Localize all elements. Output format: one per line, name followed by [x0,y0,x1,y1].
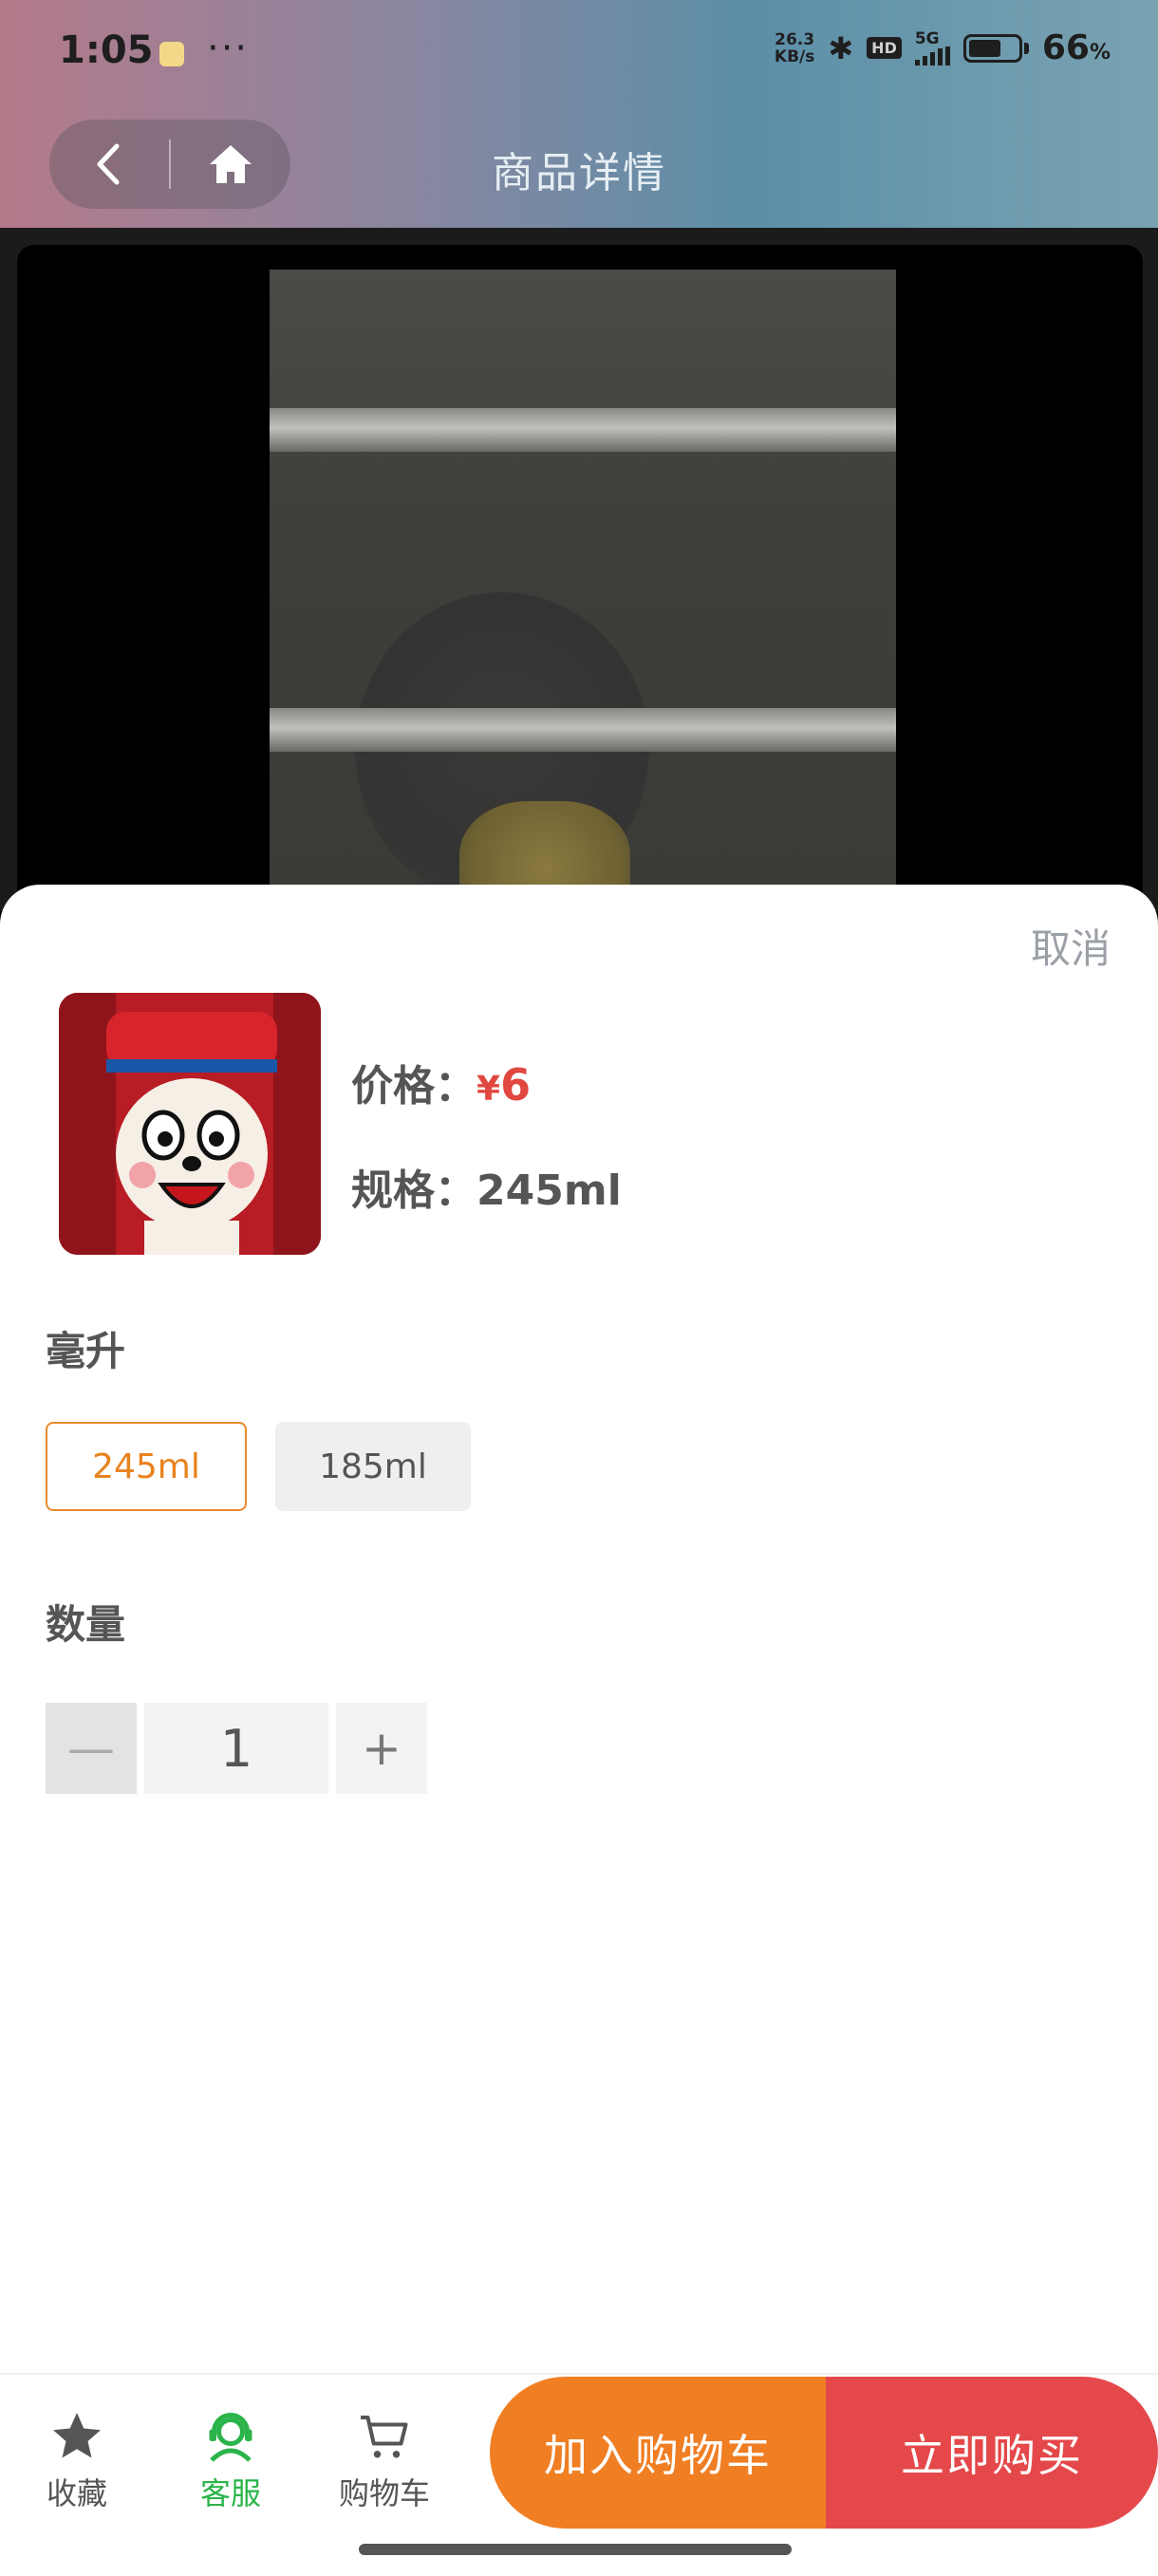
cart-icon [361,2416,408,2458]
quantity-section-label: 数量 [46,1601,126,1648]
tab-favorite-label: 收藏 [46,2475,107,2511]
video-hinge-top [270,408,896,452]
tab-cart-label: 购物车 [338,2475,430,2511]
video-hinge-bottom [270,708,896,752]
battery-percent: 66% [1041,28,1111,67]
net-speed-unit: KB/s [774,47,815,66]
video-frame [270,270,896,928]
tab-customer-service-label: 客服 [199,2475,261,2511]
price-row: 价格：¥6 [351,1052,531,1112]
battery-tip [1023,42,1029,54]
battery-percent-value: 66 [1041,28,1090,67]
status-time: 1:05 [59,28,154,72]
product-video[interactable] [17,245,1143,928]
buy-now-button[interactable]: 立即购买 [826,2377,1158,2529]
sku-sheet: 取消 价格：¥6 规格：245ml 毫升 245ml 185ml 数量 — 1 … [0,885,1158,2574]
network-type: 5G [914,28,940,48]
star-icon [53,2413,101,2458]
net-speed: 26.3 KB/s [775,31,814,65]
quantity-stepper: — 1 + [46,1703,427,1794]
spec-label: 规格： [351,1167,476,1215]
page-title: 商品详情 [492,149,666,197]
increase-button[interactable]: + [336,1703,427,1794]
decrease-button[interactable]: — [46,1703,137,1794]
more-notifications-icon: ··· [207,27,250,70]
spec-value: 245ml [476,1167,622,1215]
net-speed-value: 26.3 [775,29,815,49]
signal-icon [914,46,950,65]
tab-favorite[interactable]: 收藏 [15,2403,139,2513]
quantity-input[interactable]: 1 [144,1703,328,1794]
tab-cart[interactable]: 购物车 [323,2403,446,2513]
price-label: 价格： [351,1062,476,1111]
status-right: 26.3 KB/s ✱ HD 5G 66% [775,28,1111,67]
spec-row: 规格：245ml [351,1156,622,1217]
product-thumbnail [59,993,321,1255]
bluetooth-icon: ✱ [828,29,854,66]
hd-badge: HD [867,37,902,59]
home-indicator[interactable] [359,2544,792,2555]
option-245ml[interactable]: 245ml [46,1422,247,1511]
volume-section-label: 毫升 [46,1328,126,1374]
cancel-button[interactable]: 取消 [1031,917,1111,975]
price-currency: ¥ [476,1070,501,1109]
tab-customer-service[interactable]: 客服 [169,2403,292,2513]
product-image-icon [59,993,321,1255]
option-185ml[interactable]: 185ml [275,1422,471,1511]
battery-icon [962,33,1022,63]
notification-icon [159,42,184,66]
status-bar: 1:05 ··· 26.3 KB/s ✱ HD 5G 66% [0,0,1158,104]
signal-group: 5G [914,28,950,65]
customer-service-icon [209,2413,252,2462]
price-value: 6 [500,1059,532,1111]
add-to-cart-button[interactable]: 加入购物车 [490,2377,826,2529]
battery-fill [968,39,1000,57]
